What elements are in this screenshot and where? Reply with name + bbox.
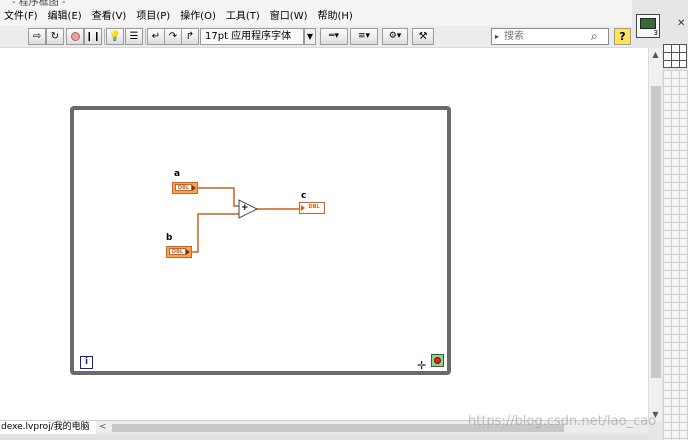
control-b-label: b: [166, 233, 173, 243]
context-help-button[interactable]: ?: [614, 28, 631, 45]
control-a-label: a: [174, 169, 181, 179]
menu-tools[interactable]: 工具(T): [222, 8, 266, 26]
search-icon[interactable]: ⌕: [591, 29, 598, 44]
control-b-type: DBL: [169, 248, 186, 255]
chevron-down-icon[interactable]: ▼: [304, 28, 316, 45]
run-continuously-icon[interactable]: ↻: [46, 28, 64, 45]
search-bullet-icon: ▸: [495, 32, 500, 41]
menu-edit[interactable]: 编辑(E): [44, 8, 88, 26]
control-a-terminal[interactable]: DBL: [172, 182, 198, 194]
connector-pane-icon[interactable]: [663, 44, 687, 68]
indicator-c-type: DBL: [306, 204, 322, 211]
highlight-execution-icon[interactable]: 💡: [106, 28, 124, 45]
scroll-left-icon[interactable]: <: [99, 421, 107, 434]
run-arrow-icon[interactable]: ⇨: [28, 28, 46, 45]
bottom-strip: [0, 434, 648, 440]
wire-a: [198, 187, 240, 207]
menu-operate[interactable]: 操作(O): [176, 8, 222, 26]
scroll-thumb[interactable]: [651, 86, 661, 378]
vi-icon[interactable]: 3: [636, 14, 660, 38]
watermark: https://blog.csdn.net/lao_cao: [468, 414, 657, 429]
menu-window[interactable]: 窗口(W): [266, 8, 314, 26]
vi-icon-number: 3: [653, 29, 658, 37]
project-path[interactable]: dexe.lvproj/我的电脑: [0, 421, 96, 434]
step-out-icon[interactable]: ↱: [181, 28, 199, 45]
menu-file[interactable]: 文件(F): [0, 8, 44, 26]
indicator-c-terminal[interactable]: DBL: [299, 202, 325, 214]
wires: [192, 187, 299, 253]
pause-icon[interactable]: ❙❙: [84, 28, 102, 45]
control-b-terminal[interactable]: DBL: [166, 246, 192, 258]
cleanup-diagram-icon[interactable]: ⚒: [412, 28, 434, 45]
close-icon[interactable]: ✕: [677, 18, 685, 29]
front-panel-grid: [663, 70, 688, 440]
font-ring[interactable]: 17pt 应用程序字体: [200, 28, 304, 45]
control-a-type: DBL: [175, 184, 192, 191]
window-title-bar: - 程序框图 -: [0, 0, 632, 8]
menu-help[interactable]: 帮助(H): [314, 8, 359, 26]
step-over-icon[interactable]: ↷: [164, 28, 182, 45]
block-diagram[interactable]: i ✛ + a DBL b DBL c DBL: [0, 48, 648, 420]
menu-bar: 文件(F) 编辑(E) 查看(V) 项目(P) 操作(O) 工具(T) 窗口(W…: [0, 8, 632, 26]
step-into-icon[interactable]: ↵: [147, 28, 165, 45]
window-title: - 程序框图 -: [12, 0, 66, 8]
reorder-icon[interactable]: ⚙▾: [382, 28, 408, 45]
add-symbol: +: [241, 203, 249, 213]
align-objects-icon[interactable]: ═▾: [320, 28, 348, 45]
indicator-c-label: c: [301, 191, 307, 201]
toolbar: ⇨ ↻ ❙❙ 💡 ☰ ↵ ↷ ↱ 17pt 应用程序字体 ▼ ═▾ ≡▾ ⚙▾ …: [0, 26, 632, 48]
wire-b: [192, 213, 240, 253]
retain-wire-values-icon[interactable]: ☰: [125, 28, 143, 45]
search-field[interactable]: ▸ ⌕: [491, 28, 609, 45]
distribute-objects-icon[interactable]: ≡▾: [350, 28, 378, 45]
search-input[interactable]: [504, 30, 588, 43]
scroll-up-icon[interactable]: ▲: [649, 48, 662, 62]
menu-project[interactable]: 项目(P): [132, 8, 176, 26]
menu-view[interactable]: 查看(V): [88, 8, 133, 26]
abort-icon[interactable]: [66, 28, 84, 45]
vertical-scrollbar[interactable]: ▲ ▼: [648, 48, 662, 422]
